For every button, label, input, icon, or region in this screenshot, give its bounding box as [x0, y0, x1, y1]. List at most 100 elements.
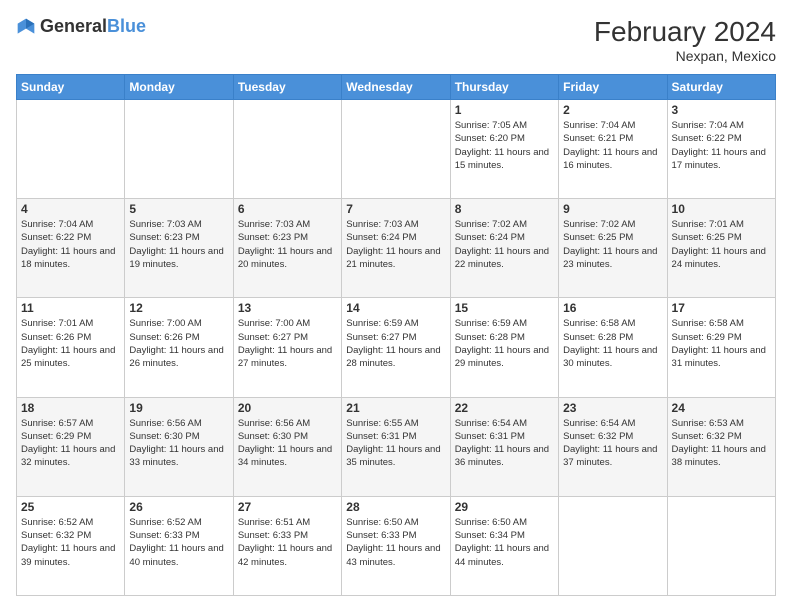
day-info: Sunrise: 6:58 AMSunset: 6:29 PMDaylight:…: [672, 317, 771, 370]
week-row-4: 18 Sunrise: 6:57 AMSunset: 6:29 PMDayligh…: [17, 397, 776, 496]
week-row-1: 1 Sunrise: 7:05 AMSunset: 6:20 PMDaylight…: [17, 100, 776, 199]
month-year: February 2024: [594, 16, 776, 48]
day-info: Sunrise: 7:02 AMSunset: 6:24 PMDaylight:…: [455, 218, 554, 271]
day-info: Sunrise: 7:00 AMSunset: 6:27 PMDaylight:…: [238, 317, 337, 370]
day-number: 13: [238, 301, 337, 315]
day-number: 27: [238, 500, 337, 514]
day-info: Sunrise: 7:00 AMSunset: 6:26 PMDaylight:…: [129, 317, 228, 370]
day-info: Sunrise: 6:51 AMSunset: 6:33 PMDaylight:…: [238, 516, 337, 569]
calendar-cell-4-1: 26 Sunrise: 6:52 AMSunset: 6:33 PMDayligh…: [125, 496, 233, 595]
day-number: 9: [563, 202, 662, 216]
calendar-cell-0-3: [342, 100, 450, 199]
day-number: 15: [455, 301, 554, 315]
calendar-cell-2-3: 14 Sunrise: 6:59 AMSunset: 6:27 PMDayligh…: [342, 298, 450, 397]
week-row-5: 25Sunrise: 6:52 AMSunset: 6:32 PMDayligh…: [17, 496, 776, 595]
calendar-cell-4-4: 29 Sunrise: 6:50 AMSunset: 6:34 PMDayligh…: [450, 496, 558, 595]
day-number: 8: [455, 202, 554, 216]
calendar-cell-0-5: 2Sunrise: 7:04 AMSunset: 6:21 PMDaylight…: [559, 100, 667, 199]
day-number: 18: [21, 401, 120, 415]
day-number: 21: [346, 401, 445, 415]
day-info: Sunrise: 7:01 AMSunset: 6:25 PMDaylight:…: [672, 218, 771, 271]
day-info: Sunrise: 7:03 AMSunset: 6:23 PMDaylight:…: [238, 218, 337, 271]
col-friday: Friday: [559, 75, 667, 100]
day-info: Sunrise: 6:50 AMSunset: 6:33 PMDaylight:…: [346, 516, 445, 569]
calendar-cell-2-0: 11 Sunrise: 7:01 AMSunset: 6:26 PMDayligh…: [17, 298, 125, 397]
week-row-3: 11 Sunrise: 7:01 AMSunset: 6:26 PMDayligh…: [17, 298, 776, 397]
calendar-table: Sunday Monday Tuesday Wednesday Thursday…: [16, 74, 776, 596]
generalblue-icon: [16, 17, 36, 37]
day-number: 29: [455, 500, 554, 514]
logo-general: General: [40, 16, 107, 36]
calendar-cell-1-0: 4 Sunrise: 7:04 AMSunset: 6:22 PMDaylight…: [17, 199, 125, 298]
col-sunday: Sunday: [17, 75, 125, 100]
day-info: Sunrise: 7:04 AMSunset: 6:21 PMDaylight:…: [563, 119, 662, 172]
day-number: 5: [129, 202, 228, 216]
day-number: 7: [346, 202, 445, 216]
day-number: 19: [129, 401, 228, 415]
calendar-cell-2-5: 16 Sunrise: 6:58 AMSunset: 6:28 PMDayligh…: [559, 298, 667, 397]
day-number: 4: [21, 202, 120, 216]
calendar-cell-2-2: 13 Sunrise: 7:00 AMSunset: 6:27 PMDayligh…: [233, 298, 341, 397]
calendar-cell-0-6: 3Sunrise: 7:04 AMSunset: 6:22 PMDaylight…: [667, 100, 775, 199]
calendar-cell-3-0: 18 Sunrise: 6:57 AMSunset: 6:29 PMDayligh…: [17, 397, 125, 496]
col-tuesday: Tuesday: [233, 75, 341, 100]
col-thursday: Thursday: [450, 75, 558, 100]
day-info: Sunrise: 6:59 AMSunset: 6:28 PMDaylight:…: [455, 317, 554, 370]
day-info: Sunrise: 6:50 AMSunset: 6:34 PMDaylight:…: [455, 516, 554, 569]
day-number: 22: [455, 401, 554, 415]
calendar-cell-3-4: 22 Sunrise: 6:54 AMSunset: 6:31 PMDayligh…: [450, 397, 558, 496]
calendar-cell-3-5: 23 Sunrise: 6:54 AMSunset: 6:32 PMDayligh…: [559, 397, 667, 496]
day-number: 20: [238, 401, 337, 415]
day-info: Sunrise: 6:58 AMSunset: 6:28 PMDaylight:…: [563, 317, 662, 370]
calendar-cell-0-1: [125, 100, 233, 199]
calendar-cell-1-1: 5 Sunrise: 7:03 AMSunset: 6:23 PMDaylight…: [125, 199, 233, 298]
day-number: 14: [346, 301, 445, 315]
location: Nexpan, Mexico: [594, 48, 776, 64]
calendar-cell-4-5: [559, 496, 667, 595]
calendar-cell-0-2: [233, 100, 341, 199]
day-number: 23: [563, 401, 662, 415]
calendar-cell-3-1: 19 Sunrise: 6:56 AMSunset: 6:30 PMDayligh…: [125, 397, 233, 496]
calendar-cell-3-6: 24Sunrise: 6:53 AMSunset: 6:32 PMDayligh…: [667, 397, 775, 496]
day-number: 6: [238, 202, 337, 216]
calendar-cell-0-4: 1 Sunrise: 7:05 AMSunset: 6:20 PMDaylight…: [450, 100, 558, 199]
title-section: February 2024 Nexpan, Mexico: [594, 16, 776, 64]
day-number: 26: [129, 500, 228, 514]
day-info: Sunrise: 6:59 AMSunset: 6:27 PMDaylight:…: [346, 317, 445, 370]
calendar-cell-4-3: 28Sunrise: 6:50 AMSunset: 6:33 PMDayligh…: [342, 496, 450, 595]
col-wednesday: Wednesday: [342, 75, 450, 100]
day-number: 24: [672, 401, 771, 415]
day-info: Sunrise: 6:55 AMSunset: 6:31 PMDaylight:…: [346, 417, 445, 470]
calendar-cell-2-1: 12Sunrise: 7:00 AMSunset: 6:26 PMDayligh…: [125, 298, 233, 397]
day-info: Sunrise: 6:54 AMSunset: 6:32 PMDaylight:…: [563, 417, 662, 470]
day-info: Sunrise: 6:56 AMSunset: 6:30 PMDaylight:…: [238, 417, 337, 470]
day-info: Sunrise: 7:02 AMSunset: 6:25 PMDaylight:…: [563, 218, 662, 271]
day-number: 10: [672, 202, 771, 216]
calendar-cell-0-0: [17, 100, 125, 199]
calendar-cell-2-4: 15 Sunrise: 6:59 AMSunset: 6:28 PMDayligh…: [450, 298, 558, 397]
day-number: 3: [672, 103, 771, 117]
day-info: Sunrise: 6:52 AMSunset: 6:33 PMDaylight:…: [129, 516, 228, 569]
calendar-cell-3-2: 20 Sunrise: 6:56 AMSunset: 6:30 PMDayligh…: [233, 397, 341, 496]
calendar-cell-4-6: [667, 496, 775, 595]
calendar-cell-1-2: 6 Sunrise: 7:03 AMSunset: 6:23 PMDaylight…: [233, 199, 341, 298]
day-info: Sunrise: 6:52 AMSunset: 6:32 PMDaylight:…: [21, 516, 120, 569]
day-info: Sunrise: 7:03 AMSunset: 6:23 PMDaylight:…: [129, 218, 228, 271]
day-info: Sunrise: 6:56 AMSunset: 6:30 PMDaylight:…: [129, 417, 228, 470]
day-number: 11: [21, 301, 120, 315]
day-info: Sunrise: 7:01 AMSunset: 6:26 PMDaylight:…: [21, 317, 120, 370]
logo-text: GeneralBlue: [40, 16, 146, 37]
day-number: 17: [672, 301, 771, 315]
day-info: Sunrise: 7:03 AMSunset: 6:24 PMDaylight:…: [346, 218, 445, 271]
calendar-header-row: Sunday Monday Tuesday Wednesday Thursday…: [17, 75, 776, 100]
calendar-cell-1-5: 9 Sunrise: 7:02 AMSunset: 6:25 PMDaylight…: [559, 199, 667, 298]
day-number: 16: [563, 301, 662, 315]
logo-blue: Blue: [107, 16, 146, 36]
day-info: Sunrise: 7:04 AMSunset: 6:22 PMDaylight:…: [21, 218, 120, 271]
col-saturday: Saturday: [667, 75, 775, 100]
day-info: Sunrise: 6:54 AMSunset: 6:31 PMDaylight:…: [455, 417, 554, 470]
day-info: Sunrise: 6:57 AMSunset: 6:29 PMDaylight:…: [21, 417, 120, 470]
day-info: Sunrise: 7:05 AMSunset: 6:20 PMDaylight:…: [455, 119, 554, 172]
day-number: 1: [455, 103, 554, 117]
calendar-cell-1-3: 7 Sunrise: 7:03 AMSunset: 6:24 PMDaylight…: [342, 199, 450, 298]
